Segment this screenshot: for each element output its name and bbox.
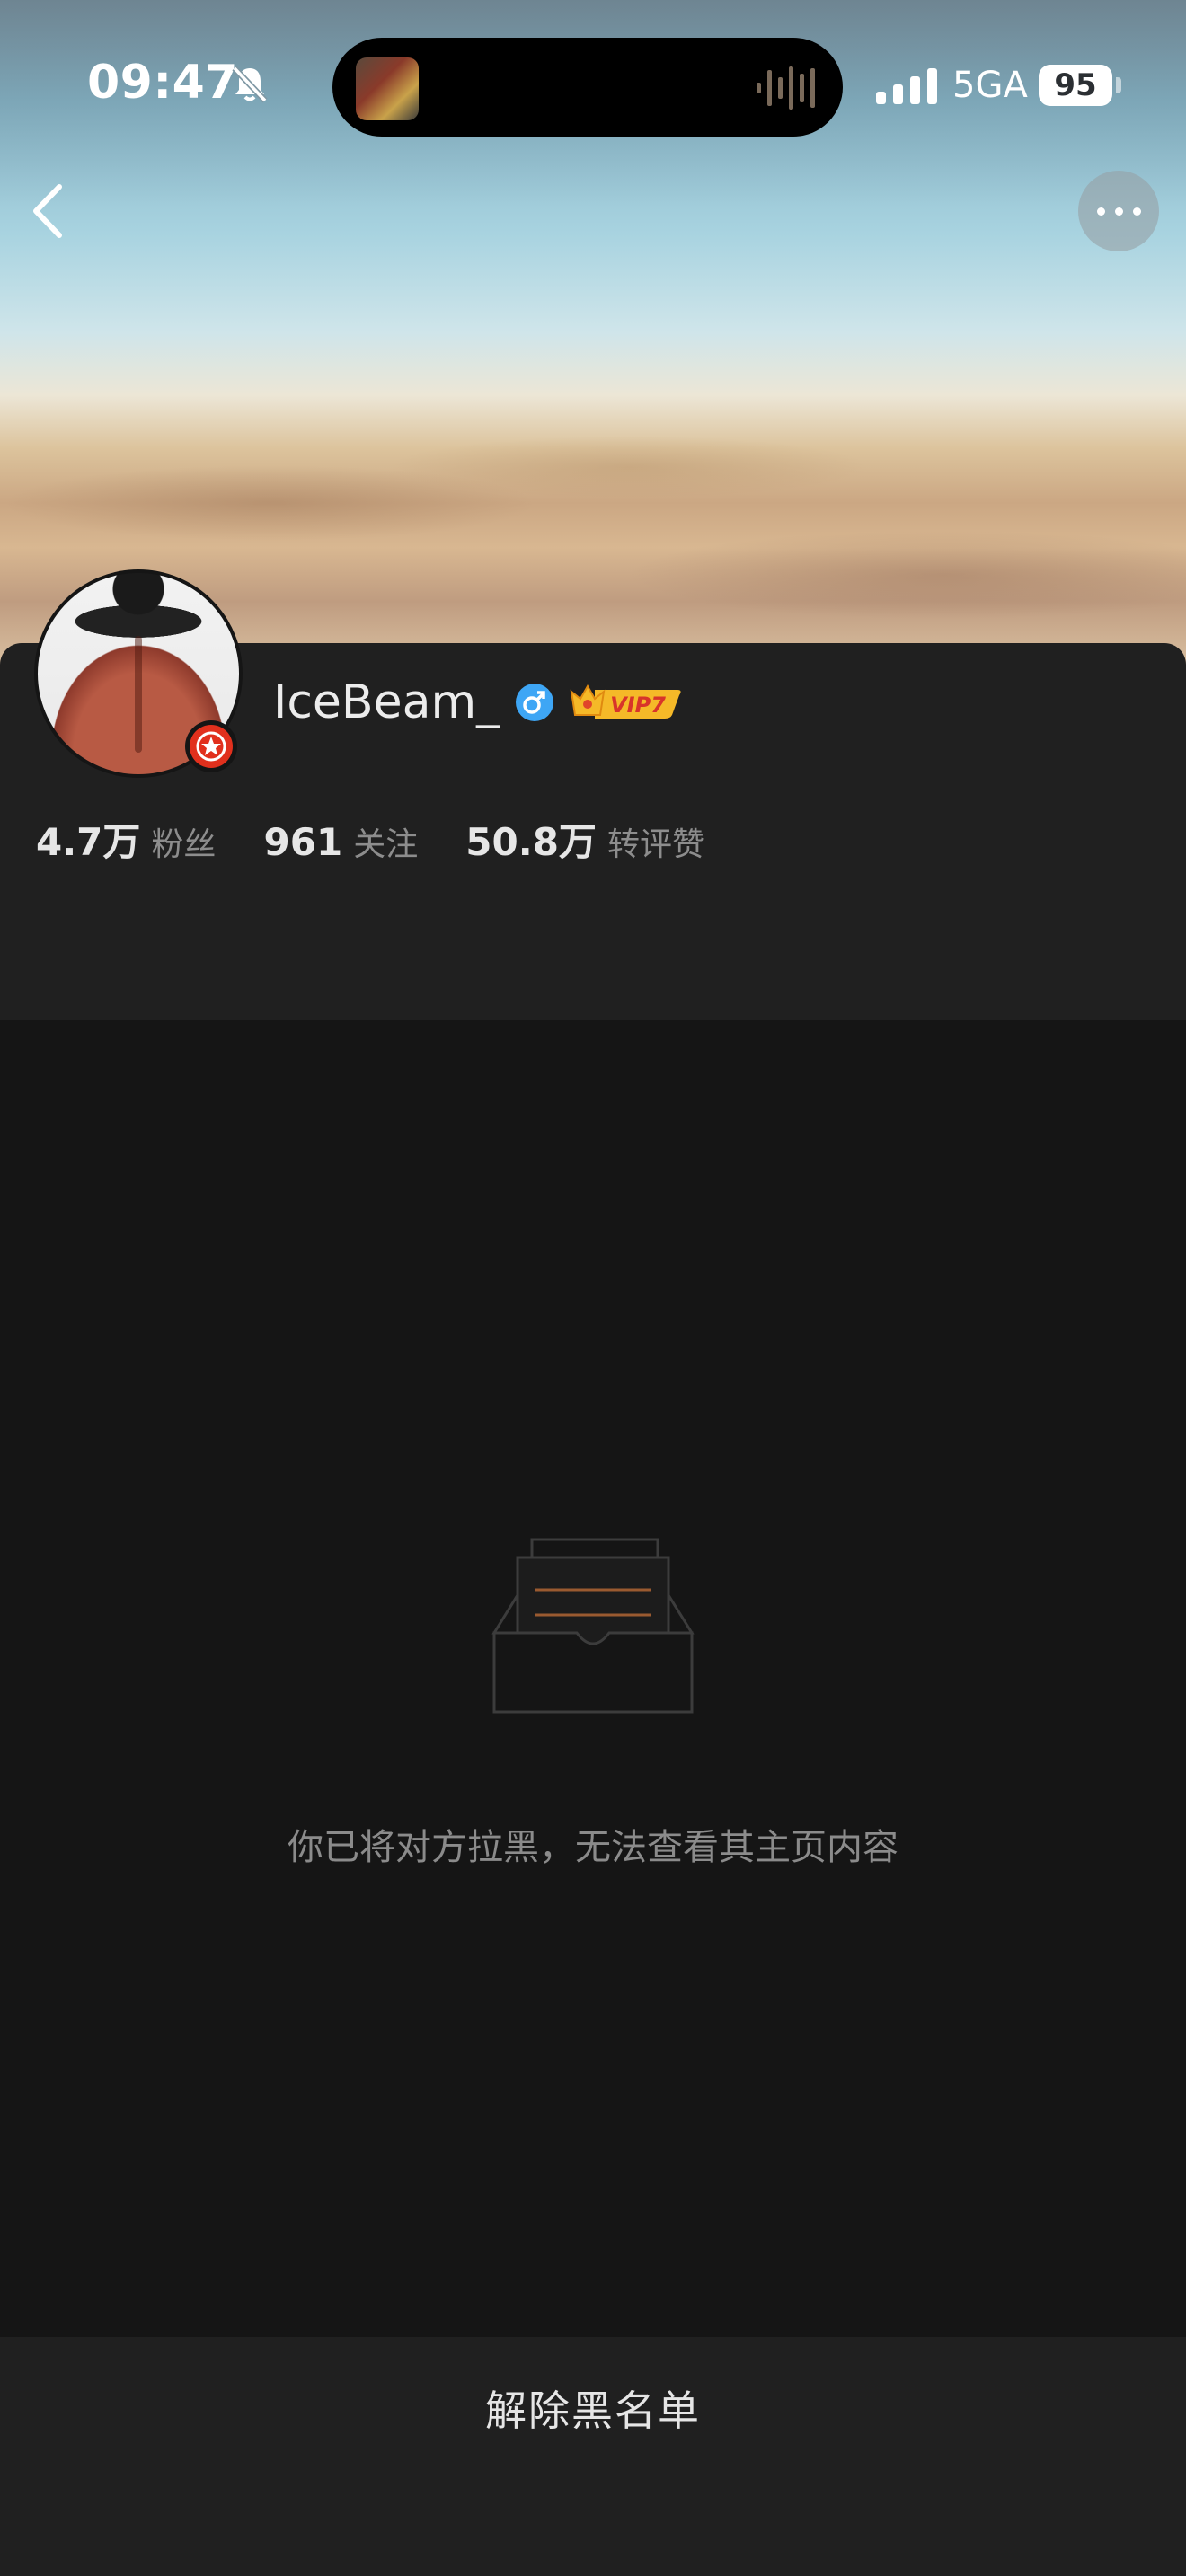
verified-badge-fill (190, 725, 233, 768)
vip-label: VIP7 (610, 693, 666, 718)
avatar[interactable] (34, 569, 243, 778)
star-icon (196, 731, 226, 762)
stat-value: 4.7万 (36, 820, 141, 864)
more-options-button[interactable] (1078, 171, 1159, 251)
stat-label: 粉丝 (151, 826, 217, 863)
stat-following[interactable]: 961 关注 (264, 818, 419, 865)
audio-waveform-icon (757, 66, 815, 110)
back-button[interactable] (25, 180, 70, 243)
stat-likes[interactable]: 50.8万 转评赞 (465, 812, 704, 867)
status-time: 09:47 (87, 56, 239, 110)
empty-box-icon (491, 1538, 695, 1714)
avatar-detail (135, 636, 142, 753)
ellipsis-dot (1115, 207, 1123, 216)
stat-label: 关注 (353, 826, 419, 863)
verified-badge (185, 720, 237, 772)
stat-followers[interactable]: 4.7万 粉丝 (36, 812, 216, 867)
male-icon (516, 684, 553, 721)
stat-value: 50.8万 (465, 820, 597, 864)
blocked-message: 你已将对方拉黑，无法查看其主页内容 (288, 1827, 898, 1868)
bottom-action-bar: 解除黑名单 (0, 2337, 1186, 2576)
network-type: 5GA (952, 65, 1028, 106)
signal-strength-icon (876, 68, 937, 104)
ellipsis-icon (1097, 207, 1105, 216)
profile-stats: 4.7万 粉丝 961 关注 50.8万 转评赞 (36, 812, 748, 867)
unblock-button[interactable]: 解除黑名单 (0, 2337, 1186, 2484)
bell-off-icon (232, 66, 268, 103)
now-playing-artwork (356, 57, 419, 120)
ellipsis-dot (1133, 207, 1141, 216)
vip-badge[interactable]: VIP7 (568, 679, 685, 726)
battery-tip (1116, 77, 1121, 93)
stat-label: 转评赞 (606, 826, 704, 863)
dynamic-island[interactable] (332, 38, 843, 137)
battery-level: 95 (1039, 65, 1112, 106)
stat-value: 961 (263, 820, 343, 864)
username: IceBeam_ (273, 675, 500, 729)
